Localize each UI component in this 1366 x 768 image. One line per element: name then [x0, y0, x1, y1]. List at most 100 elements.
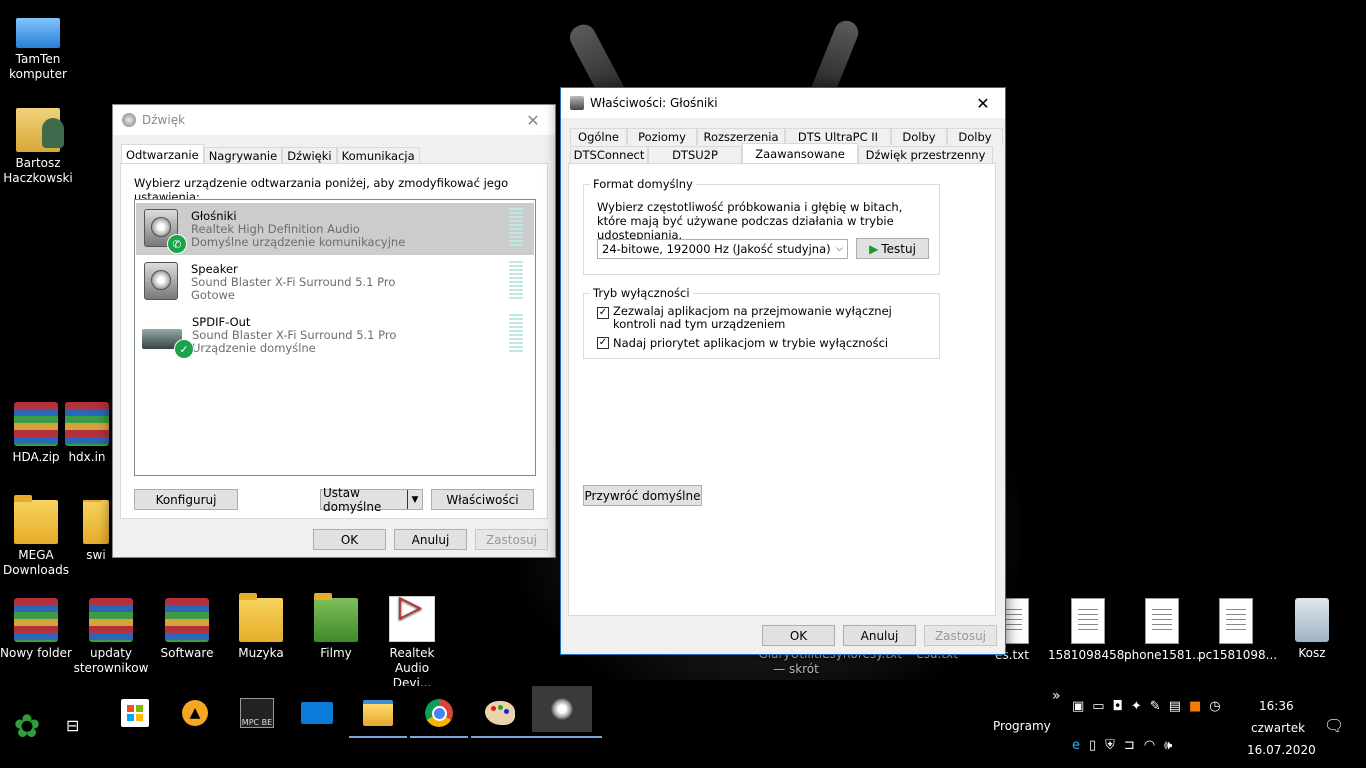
restore-defaults-button[interactable]: Przywróć domyślne — [583, 485, 702, 506]
vlc-icon[interactable]: ▲ — [176, 694, 214, 732]
ok-button[interactable]: OK — [313, 529, 386, 550]
apply-button[interactable]: Zastosuj — [924, 625, 997, 646]
chevron-down-icon[interactable]: ▼ — [407, 490, 422, 509]
windows-store-icon[interactable] — [116, 694, 154, 732]
bluetooth-icon[interactable]: ✦ — [1131, 699, 1142, 714]
format-select[interactable]: 24-bitowe, 192000 Hz (Jakość studyjna) ⌵ — [597, 239, 848, 259]
desktop-icon-filmy[interactable]: Filmy — [298, 593, 374, 661]
tray-app-icon[interactable]: ◘ — [1113, 699, 1123, 714]
mpc-be-icon[interactable]: MPC BE — [238, 694, 276, 732]
tab-spatial-sound[interactable]: Dźwięk przestrzenny — [858, 146, 993, 163]
clock-day[interactable]: czwartek — [1251, 721, 1305, 735]
network-icon[interactable]: ⊐ — [1124, 738, 1135, 753]
desktop-icon-swi[interactable]: swi — [80, 500, 112, 563]
defender-icon[interactable]: ⛨ — [1105, 738, 1115, 753]
tab-recording[interactable]: Nagrywanie — [203, 147, 283, 164]
desktop-icon-mega[interactable]: MEGA Downloads — [0, 495, 74, 578]
exclusive-allow-checkbox[interactable]: ✓ — [597, 307, 609, 319]
sound-dialog-titlebar[interactable]: Dźwięk ✕ — [113, 105, 555, 135]
tab-advanced[interactable]: Zaawansowane — [742, 143, 858, 163]
edge-icon[interactable]: e — [1072, 738, 1080, 753]
tab-dtsu2p[interactable]: DTSU2P — [648, 146, 742, 163]
desktop-icon-hda-zip[interactable]: HDA.zip — [0, 402, 74, 465]
realtek-icon — [389, 596, 435, 642]
speaker-device-icon: ✆ — [144, 209, 187, 254]
tab-sounds[interactable]: Dźwięki — [282, 147, 337, 164]
desktop-icon-realtek[interactable]: Realtek Audio Devi... — [374, 596, 450, 691]
cancel-button[interactable]: Anuluj — [394, 529, 467, 550]
configure-button[interactable]: Konfiguruj — [134, 489, 238, 510]
desktop-icon-pc[interactable]: pc1581098... — [1198, 598, 1277, 663]
tab-general[interactable]: Ogólne — [570, 128, 627, 145]
mail-icon[interactable] — [298, 694, 336, 732]
test-button[interactable]: ▶ Testuj — [856, 238, 929, 259]
device-item-spdif[interactable]: ✓ SPDIF-Out Sound Blaster X-Fi Surround … — [136, 309, 534, 361]
exclusive-priority-row[interactable]: ✓ Nadaj priorytet aplikacjom w trybie wy… — [597, 337, 888, 350]
tray-app-icon[interactable]: ■ — [1189, 699, 1201, 714]
tab-dolby-1[interactable]: Dolby — [891, 128, 947, 145]
exclusive-mode-group: Tryb wyłączności ✓ Zezwalaj aplikacjom n… — [583, 286, 940, 359]
tray-expand-icon[interactable]: » — [1052, 688, 1061, 704]
programs-toolbar[interactable]: Programy — [993, 719, 1051, 733]
usb-icon[interactable]: ▯ — [1089, 738, 1096, 753]
tray-app-icon[interactable]: ◷ — [1209, 699, 1220, 714]
text-file-icon — [1219, 598, 1253, 644]
ok-button[interactable]: OK — [762, 625, 835, 646]
default-format-group: Format domyślny Wybierz częstotliwość pr… — [583, 177, 940, 275]
desktop-icon-updaty[interactable]: updaty sterownikow — [73, 598, 149, 676]
exclusive-allow-row[interactable]: ✓ Zezwalaj aplikacjom na przejmowanie wy… — [597, 305, 933, 331]
tab-communication[interactable]: Komunikacja — [336, 147, 420, 164]
tab-dtsconnect[interactable]: DTSConnect — [570, 146, 648, 163]
volume-meter — [509, 314, 523, 354]
apply-button[interactable]: Zastosuj — [475, 529, 548, 550]
archive-folder-icon — [14, 598, 58, 642]
paint-icon[interactable] — [471, 694, 529, 738]
properties-button[interactable]: Właściwości — [431, 489, 534, 510]
desktop-icon-hdx[interactable]: hdx.in — [64, 402, 110, 465]
clock-time[interactable]: 16:36 — [1259, 699, 1294, 713]
speaker-device-icon — [144, 262, 178, 300]
tray-app-icon[interactable]: ▣ — [1072, 699, 1084, 714]
desktop-icon-phone[interactable]: phone1581... — [1124, 598, 1204, 663]
desktop-icon-muzyka[interactable]: Muzyka — [223, 593, 299, 661]
task-view-icon[interactable]: ⊟ — [66, 716, 79, 735]
recycle-bin-icon — [1295, 598, 1329, 642]
play-icon: ▶ — [869, 241, 879, 256]
close-icon[interactable]: ✕ — [961, 88, 1005, 118]
properties-titlebar[interactable]: Właściwości: Głośniki ✕ — [561, 88, 1005, 118]
sound-icon[interactable] — [522, 686, 602, 738]
tab-dolby-2[interactable]: Dolby — [947, 128, 1003, 145]
cancel-button[interactable]: Anuluj — [843, 625, 916, 646]
tray-app-icon[interactable]: ▤ — [1169, 699, 1181, 714]
tray-app-icon[interactable]: ▭ — [1092, 699, 1104, 714]
device-status: Gotowe — [191, 288, 235, 302]
tab-levels[interactable]: Poziomy — [627, 128, 697, 145]
sound-dialog-title: Dźwięk — [142, 113, 186, 127]
clock-date[interactable]: 16.07.2020 — [1247, 743, 1316, 757]
tray-app-icon[interactable]: ✎ — [1150, 699, 1161, 714]
archive-icon — [14, 402, 58, 446]
notification-icon[interactable]: 🗨 — [1324, 716, 1344, 735]
desktop-icon-txt1[interactable]: 1581098458... — [1048, 598, 1136, 663]
close-icon[interactable]: ✕ — [511, 105, 555, 135]
sound-dialog: Dźwięk ✕ Odtwarzanie Nagrywanie Dźwięki … — [112, 104, 556, 558]
tab-playback[interactable]: Odtwarzanie — [121, 144, 204, 164]
desktop-icon-kosz[interactable]: Kosz — [1274, 598, 1350, 661]
exclusive-mode-title: Tryb wyłączności — [590, 286, 693, 300]
device-item-glosniki[interactable]: ✆ Głośniki Realtek High Definition Audio… — [136, 203, 534, 255]
desktop-icon-nowy-folder[interactable]: Nowy folder — [0, 598, 74, 661]
desktop-icon-computer[interactable]: TamTen komputer — [0, 10, 76, 82]
start-leaf-icon[interactable]: ✿ — [6, 706, 48, 746]
device-item-speaker[interactable]: Speaker Sound Blaster X-Fi Surround 5.1 … — [136, 256, 534, 308]
wifi-icon[interactable]: ◠ — [1144, 738, 1155, 753]
file-explorer-icon[interactable] — [349, 694, 407, 738]
device-list: ✆ Głośniki Realtek High Definition Audio… — [134, 199, 536, 476]
advanced-panel: Format domyślny Wybierz częstotliwość pr… — [568, 163, 996, 616]
check-badge-icon: ✓ — [174, 339, 194, 359]
desktop-icon-software[interactable]: Software — [149, 598, 225, 661]
exclusive-priority-checkbox[interactable]: ✓ — [597, 337, 609, 349]
desktop-icon-user[interactable]: Bartosz Haczkowski — [0, 108, 76, 186]
volume-icon[interactable]: 🕪 — [1164, 738, 1172, 753]
chrome-icon[interactable] — [410, 694, 468, 738]
set-default-button[interactable]: Ustaw domyślne ▼ — [320, 486, 423, 514]
